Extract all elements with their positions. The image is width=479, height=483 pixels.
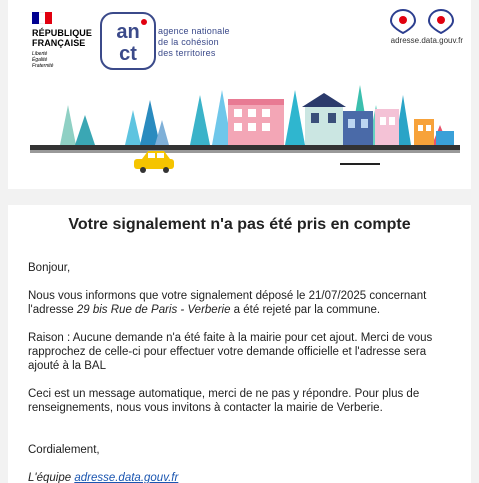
closing: Cordialement,	[28, 444, 100, 456]
greeting: Bonjour,	[28, 262, 71, 274]
adresse-data-gouv-logo: adresse.data.gouv.fr	[383, 8, 463, 48]
p1-post: a été rejeté par la commune.	[230, 304, 381, 316]
location-pin-icon	[389, 8, 455, 35]
houses	[228, 93, 454, 147]
anct-logo: an ct	[100, 12, 156, 70]
road-line	[30, 145, 460, 150]
anct-line1: agence nationale	[158, 26, 230, 36]
ban-url: adresse.data.gouv.fr	[390, 36, 463, 45]
anct-name: agence nationale de la cohésion des terr…	[158, 26, 230, 59]
town-street-illustration	[30, 85, 460, 173]
anct-logo-text-bottom: ct	[119, 43, 137, 65]
message-body: Bonjour, Nous vous informons que votre s…	[28, 261, 455, 483]
signature-link[interactable]: adresse.data.gouv.fr	[74, 472, 178, 483]
republique-francaise-logo: RÉPUBLIQUE FRANÇAISE Liberté Égalité Fra…	[32, 12, 96, 72]
rf-motto-3: Fraternité	[32, 63, 54, 69]
anct-line2: de la cohésion	[158, 37, 219, 47]
rf-name-line1: RÉPUBLIQUE	[32, 28, 93, 38]
paragraph-automatic: Ceci est un message automatique, merci d…	[28, 388, 420, 414]
signature-pre: L'équipe	[28, 472, 75, 483]
rf-name-line2: FRANÇAISE	[32, 38, 86, 48]
paragraph-reason: Raison : Aucune demande n'a été faite à …	[28, 332, 433, 372]
message-card: Votre signalement n'a pas été pris en co…	[8, 205, 471, 483]
email-header: RÉPUBLIQUE FRANÇAISE Liberté Égalité Fra…	[8, 0, 471, 189]
anct-line3: des territoires	[158, 48, 216, 58]
p1-address: 29 bis Rue de Paris - Verberie	[76, 304, 231, 316]
signature: L'équipe adresse.data.gouv.fr	[28, 471, 455, 483]
paragraph-rejection: Nous vous informons que votre signalemen…	[28, 289, 455, 317]
anct-logo-text-top: an	[116, 21, 139, 43]
car-icon	[134, 151, 174, 173]
french-flag-icon	[32, 12, 53, 24]
message-title: Votre signalement n'a pas été pris en co…	[68, 216, 411, 233]
